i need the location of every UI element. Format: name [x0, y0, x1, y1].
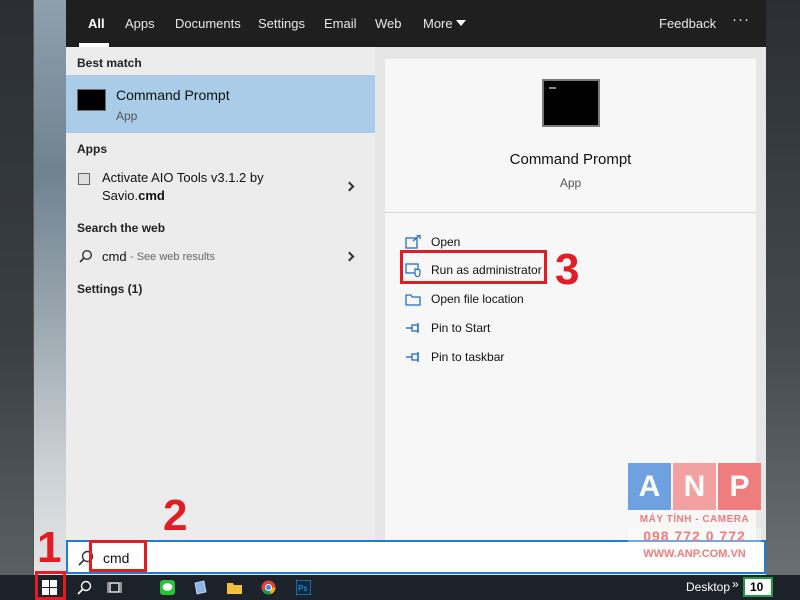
feedback-link[interactable]: Feedback — [659, 16, 716, 32]
pin-to-taskbar-action[interactable]: Pin to taskbar — [405, 348, 605, 368]
settings-heading[interactable]: Settings (1) — [77, 282, 142, 296]
web-result-item[interactable]: cmd - See web results — [66, 245, 375, 269]
cmd-icon — [77, 89, 106, 111]
tab-all[interactable]: All — [88, 16, 105, 32]
desktop-toolbar-label[interactable]: Desktop — [686, 580, 730, 594]
step-number-3: 3 — [555, 245, 580, 294]
tab-settings[interactable]: Settings — [258, 16, 305, 32]
anp-logo: A N P — [628, 463, 761, 510]
chevron-right-icon[interactable] — [344, 181, 355, 192]
desktop-right-strip — [766, 0, 800, 575]
tab-documents[interactable]: Documents — [175, 16, 241, 32]
frame-divider — [33, 0, 34, 575]
chevron-right-icon[interactable] — [344, 251, 355, 262]
pin-icon — [406, 352, 419, 362]
detail-title: Command Prompt — [509, 151, 632, 168]
open-icon — [405, 235, 421, 249]
app-result-item[interactable]: Activate AIO Tools v3.1.2 by Savio.cmd — [66, 165, 375, 209]
file-explorer-icon[interactable] — [227, 580, 242, 595]
app-result-title-line1: Activate AIO Tools v3.1.2 by — [102, 170, 264, 185]
apps-heading: Apps — [77, 142, 107, 156]
tab-email[interactable]: Email — [324, 16, 357, 32]
task-view-icon[interactable] — [107, 580, 122, 595]
chrome-icon[interactable] — [261, 580, 276, 595]
tab-web[interactable]: Web — [375, 16, 402, 32]
chevron-right-icon[interactable]: » — [732, 577, 739, 591]
folder-icon — [405, 294, 421, 306]
open-file-location-label: Open file location — [431, 292, 524, 306]
pin-icon — [406, 323, 419, 333]
anp-letter-n: N — [673, 463, 716, 510]
search-icon[interactable] — [77, 580, 92, 595]
taskbar-badge: 10 — [743, 577, 773, 597]
anp-tagline: MÁY TÍNH - CAMERA — [639, 514, 750, 525]
pin-to-taskbar-label: Pin to taskbar — [431, 350, 505, 364]
best-match-item[interactable]: Command Prompt App — [66, 75, 375, 133]
tab-more[interactable]: More — [423, 16, 453, 32]
web-heading: Search the web — [77, 221, 166, 235]
chevron-down-icon[interactable] — [456, 20, 466, 26]
best-match-title: Command Prompt — [116, 87, 230, 103]
anp-website: WWW.ANP.COM.VN — [643, 548, 746, 560]
best-match-heading: Best match — [77, 56, 142, 70]
pin-to-start-action[interactable]: Pin to Start — [405, 319, 605, 339]
desktop-left-strip — [0, 0, 34, 575]
annotation-box-start — [35, 571, 66, 600]
anp-letter-p: P — [718, 463, 761, 510]
photoshop-icon[interactable]: Ps — [296, 580, 311, 595]
taskbar: Ps Desktop » — [0, 575, 800, 600]
search-filter-bar: All Apps Documents Settings Email Web Mo… — [66, 0, 766, 47]
more-options-icon[interactable]: ··· — [732, 12, 750, 28]
web-results-hint: - See web results — [130, 251, 215, 263]
line-app-icon[interactable] — [160, 580, 175, 595]
open-label: Open — [431, 235, 461, 249]
annotation-box-search — [89, 540, 147, 572]
divider — [385, 212, 756, 213]
notes-app-icon[interactable] — [193, 580, 208, 595]
search-icon — [79, 249, 93, 263]
web-query-text: cmd — [102, 249, 127, 264]
step-number-2: 2 — [163, 491, 188, 540]
tab-apps[interactable]: Apps — [125, 16, 155, 32]
svg-text:Ps: Ps — [298, 584, 307, 593]
cmd-icon — [542, 79, 600, 127]
results-list: Best match Command Prompt App Apps Activ… — [66, 47, 375, 540]
anp-letter-a: A — [628, 463, 671, 510]
app-result-title-line2: Savio.cmd — [102, 188, 165, 203]
app-window-icon — [78, 173, 90, 185]
pin-to-start-label: Pin to Start — [431, 321, 491, 335]
best-match-subtitle: App — [116, 109, 138, 123]
anp-phone: 098 772 0 772 — [628, 528, 761, 544]
step-number-1: 1 — [37, 523, 62, 572]
annotation-box-run-as-admin — [400, 250, 547, 284]
detail-subtitle: App — [559, 176, 582, 190]
